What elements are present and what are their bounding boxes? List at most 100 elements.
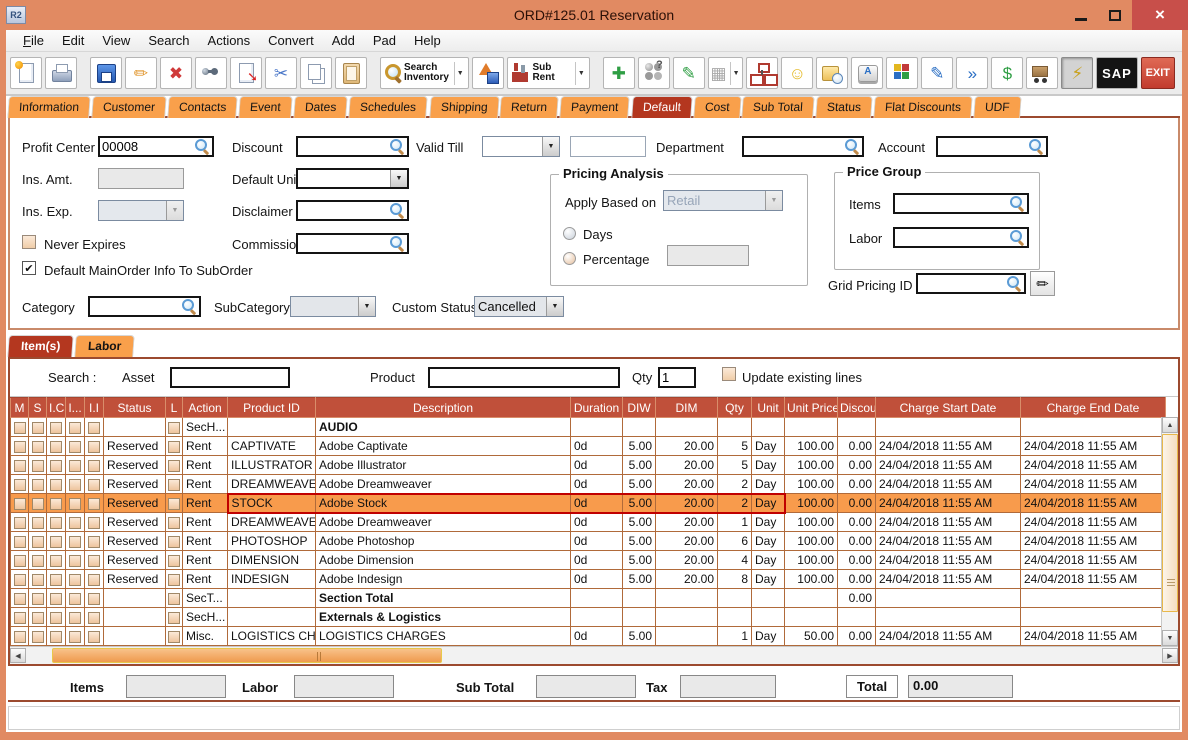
row-flag-checkbox[interactable]: [69, 555, 81, 567]
row-flag-checkbox[interactable]: [88, 498, 100, 510]
menu-convert[interactable]: Convert: [259, 31, 323, 50]
row-l-checkbox[interactable]: [168, 574, 180, 586]
valid-till-combobox[interactable]: ▼: [482, 136, 560, 157]
calendar-dropdown-icon[interactable]: ▼: [730, 62, 741, 85]
table-row[interactable]: SecT...Section Total0.00: [11, 589, 1166, 608]
menu-actions[interactable]: Actions: [199, 31, 260, 50]
grid-pricing-input[interactable]: [920, 276, 1007, 291]
row-flag-checkbox[interactable]: [69, 517, 81, 529]
sub-rent-dropdown-icon[interactable]: ▼: [575, 62, 586, 85]
row-l-checkbox[interactable]: [168, 441, 180, 453]
delete-button[interactable]: ✖: [160, 57, 192, 89]
grid-pricing-search-icon[interactable]: [1007, 276, 1022, 291]
table-row[interactable]: ReservedRentDIMENSIONAdobe Dimension0d5.…: [11, 551, 1166, 570]
profit-center-search-icon[interactable]: [195, 139, 210, 154]
row-flag-checkbox[interactable]: [88, 517, 100, 529]
ins-amt-input[interactable]: [98, 168, 184, 189]
row-flag-checkbox[interactable]: [69, 441, 81, 453]
table-row[interactable]: ReservedRentPHOTOSHOPAdobe Photoshop0d5.…: [11, 532, 1166, 551]
row-l-checkbox[interactable]: [168, 631, 180, 643]
row-l-checkbox[interactable]: [168, 422, 180, 434]
row-flag-checkbox[interactable]: [69, 536, 81, 548]
tab-information[interactable]: Information: [7, 96, 91, 118]
tab-dates[interactable]: Dates: [293, 96, 348, 118]
row-flag-checkbox[interactable]: [14, 612, 26, 624]
row-flag-checkbox[interactable]: [50, 498, 62, 510]
row-l-checkbox[interactable]: [168, 536, 180, 548]
tab-udf[interactable]: UDF: [973, 96, 1021, 118]
percentage-radio[interactable]: [563, 252, 576, 265]
new-document-button[interactable]: [10, 57, 42, 89]
row-l-checkbox[interactable]: [168, 517, 180, 529]
lightning-button[interactable]: ⚡: [1061, 57, 1093, 89]
minimize-button[interactable]: [1064, 0, 1098, 30]
price-group-items-input[interactable]: [897, 196, 1010, 211]
horizontal-scrollbar[interactable]: ◀ ▶: [10, 646, 1178, 664]
tab-contacts[interactable]: Contacts: [167, 96, 238, 118]
table-row[interactable]: ReservedRentDREAMWEAVERAdobe Dreamweaver…: [11, 513, 1166, 532]
row-flag-checkbox[interactable]: [14, 536, 26, 548]
row-flag-checkbox[interactable]: [69, 574, 81, 586]
row-flag-checkbox[interactable]: [50, 631, 62, 643]
default-unit-dropdown-icon[interactable]: ▼: [390, 170, 407, 187]
row-flag-checkbox[interactable]: [32, 593, 44, 605]
row-flag-checkbox[interactable]: [88, 612, 100, 624]
asset-input[interactable]: [174, 370, 286, 385]
row-flag-checkbox[interactable]: [14, 479, 26, 491]
commission-search-icon[interactable]: [390, 236, 405, 251]
row-flag-checkbox[interactable]: [69, 631, 81, 643]
valid-till-time-input[interactable]: [570, 136, 646, 157]
truck-button[interactable]: [1026, 57, 1058, 89]
row-flag-checkbox[interactable]: [32, 517, 44, 529]
account-search-icon[interactable]: [1029, 139, 1044, 154]
menu-file[interactable]: File: [14, 31, 53, 50]
row-l-checkbox[interactable]: [168, 612, 180, 624]
product-input[interactable]: [432, 370, 616, 385]
row-l-checkbox[interactable]: [168, 593, 180, 605]
valid-till-dropdown-icon[interactable]: ▼: [542, 137, 559, 156]
row-flag-checkbox[interactable]: [32, 479, 44, 491]
row-flag-checkbox[interactable]: [88, 555, 100, 567]
row-l-checkbox[interactable]: [168, 460, 180, 472]
edit-note-button[interactable]: ✎: [921, 57, 953, 89]
row-flag-checkbox[interactable]: [32, 536, 44, 548]
table-row[interactable]: SecH...Externals & Logistics: [11, 608, 1166, 627]
calendar-button[interactable]: ▦▼: [708, 57, 744, 89]
discount-search-icon[interactable]: [390, 139, 405, 154]
scroll-down-icon[interactable]: ▼: [1162, 630, 1178, 646]
row-flag-checkbox[interactable]: [32, 574, 44, 586]
menu-view[interactable]: View: [93, 31, 139, 50]
row-flag-checkbox[interactable]: [88, 593, 100, 605]
row-flag-checkbox[interactable]: [50, 555, 62, 567]
row-flag-checkbox[interactable]: [88, 479, 100, 491]
department-input[interactable]: [746, 139, 845, 154]
row-flag-checkbox[interactable]: [32, 631, 44, 643]
table-row[interactable]: ReservedRentDREAMWEAVERAdobe Dreamweaver…: [11, 475, 1166, 494]
row-flag-checkbox[interactable]: [69, 422, 81, 434]
row-l-checkbox[interactable]: [168, 479, 180, 491]
row-flag-checkbox[interactable]: [50, 517, 62, 529]
price-group-items-search-icon[interactable]: [1010, 196, 1025, 211]
ins-exp-combobox[interactable]: ▼: [98, 200, 184, 221]
table-row[interactable]: SecH...AUDIO: [11, 418, 1166, 437]
subcategory-combobox[interactable]: ▼: [290, 296, 376, 317]
row-flag-checkbox[interactable]: [32, 460, 44, 472]
row-flag-checkbox[interactable]: [32, 555, 44, 567]
notes-button[interactable]: ✎: [673, 57, 705, 89]
money-notes-button[interactable]: $: [991, 57, 1023, 89]
tab-event[interactable]: Event: [239, 96, 293, 118]
row-l-checkbox[interactable]: [168, 555, 180, 567]
price-group-labor-input[interactable]: [897, 230, 1010, 245]
row-flag-checkbox[interactable]: [88, 422, 100, 434]
tab-schedules[interactable]: Schedules: [349, 96, 429, 118]
table-row[interactable]: ReservedRentCAPTIVATEAdobe Captivate0d5.…: [11, 437, 1166, 456]
row-flag-checkbox[interactable]: [69, 460, 81, 472]
menu-edit[interactable]: Edit: [53, 31, 93, 50]
add-line-button[interactable]: ✚: [603, 57, 635, 89]
row-flag-checkbox[interactable]: [32, 441, 44, 453]
row-flag-checkbox[interactable]: [69, 612, 81, 624]
qty-input[interactable]: [662, 370, 692, 385]
row-flag-checkbox[interactable]: [14, 574, 26, 586]
save-button[interactable]: [90, 57, 122, 89]
row-flag-checkbox[interactable]: [14, 441, 26, 453]
